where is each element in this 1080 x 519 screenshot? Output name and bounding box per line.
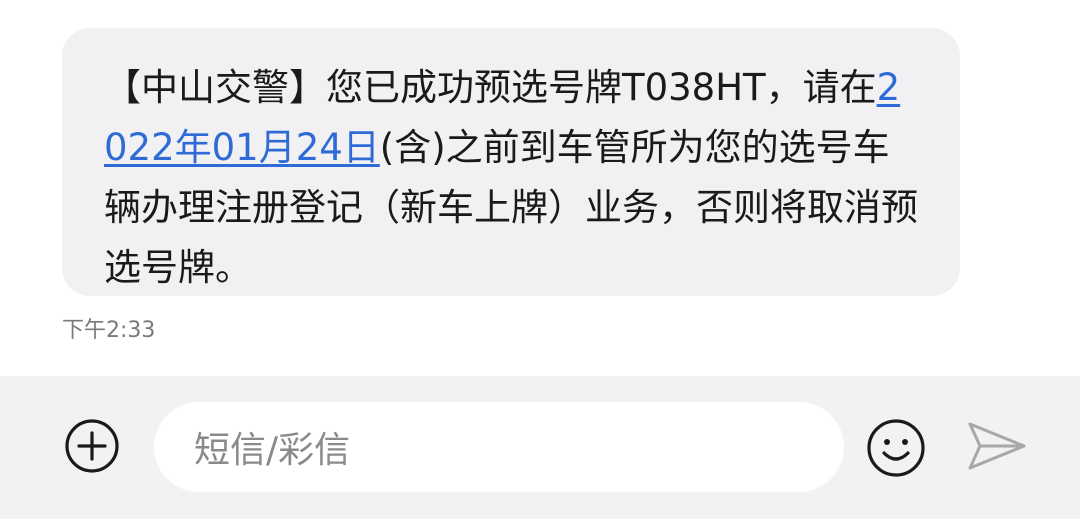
message-text: 【中山交警】您已成功预选号牌T038HT，请在2022年01月24日(含)之前到…	[104, 58, 920, 298]
emoji-button[interactable]	[866, 418, 926, 478]
message-timestamp: 下午2:33	[62, 318, 156, 343]
plus-circle-icon	[65, 419, 119, 473]
attach-button[interactable]	[64, 418, 120, 474]
message-input[interactable]: 短信/彩信	[154, 402, 844, 492]
message-text-part1: 【中山交警】您已成功预选号牌T038HT，请在	[104, 66, 877, 109]
send-arrow-icon	[968, 422, 1026, 470]
smiley-icon	[867, 419, 925, 477]
sms-conversation-screen: 【中山交警】您已成功预选号牌T038HT，请在2022年01月24日(含)之前到…	[0, 0, 1080, 519]
send-button[interactable]	[966, 420, 1028, 472]
message-input-placeholder: 短信/彩信	[194, 430, 351, 471]
incoming-message-bubble[interactable]: 【中山交警】您已成功预选号牌T038HT，请在2022年01月24日(含)之前到…	[62, 28, 960, 296]
